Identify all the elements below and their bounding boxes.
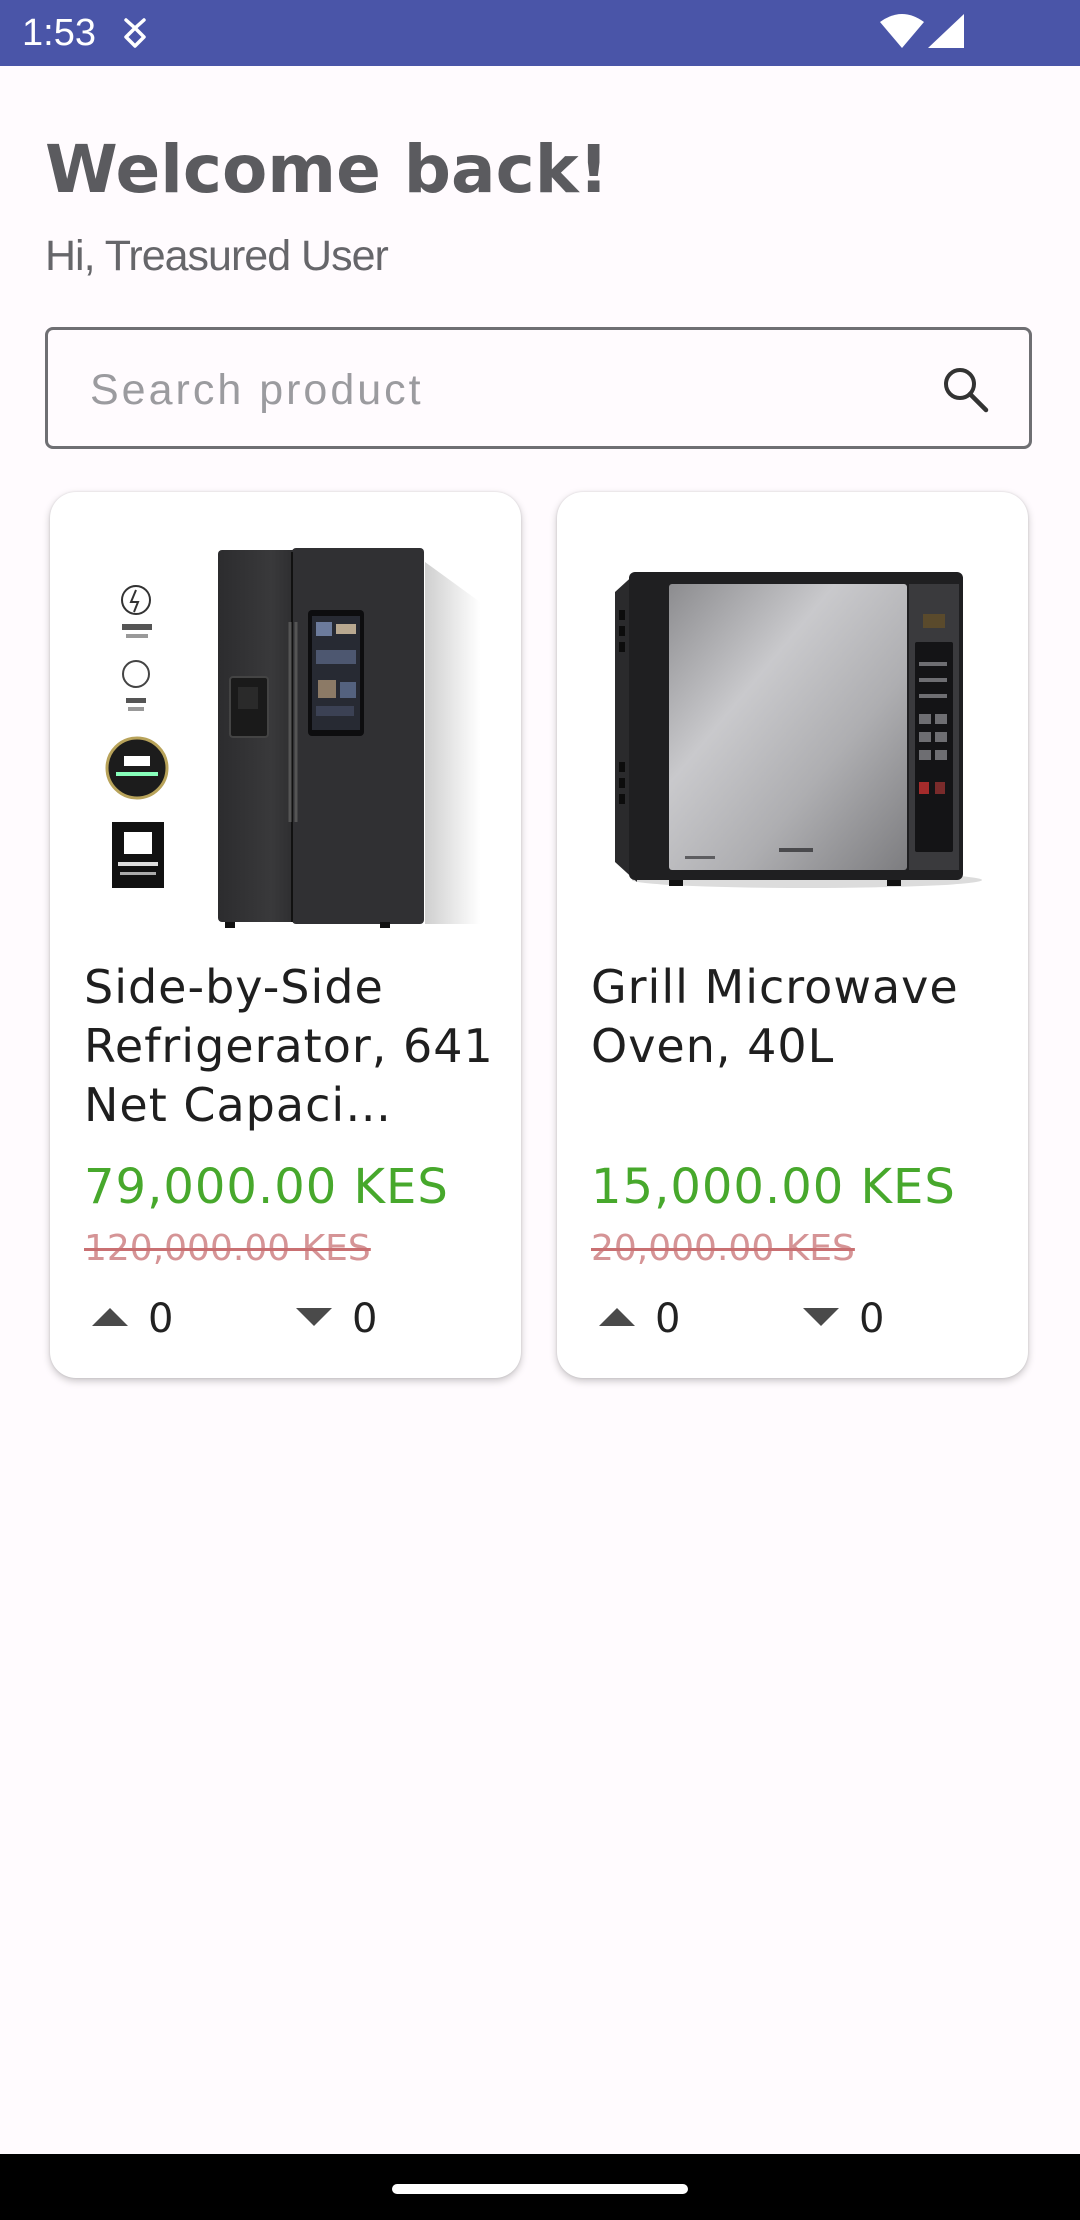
- search-field[interactable]: Search product: [45, 327, 1032, 449]
- microwave-image: [615, 572, 982, 888]
- home-indicator[interactable]: [392, 2184, 688, 2194]
- navigation-bar: [0, 2154, 1080, 2220]
- status-bar: 1:53: [0, 0, 1080, 66]
- product-title: Grill Microwave Oven, 40L: [591, 960, 959, 1073]
- arrow-up-icon: [92, 1308, 128, 1326]
- downvote-count: 0: [352, 1296, 378, 1342]
- downvote-button[interactable]: 0: [801, 1290, 897, 1348]
- product-old-price: 20,000.00 KES: [591, 1228, 855, 1269]
- product-card[interactable]: Side-by-Side Refrigerator, 641 Net Capac…: [50, 492, 521, 1378]
- downvote-button[interactable]: 0: [294, 1290, 390, 1348]
- product-price: 79,000.00 KES: [84, 1159, 449, 1215]
- refrigerator-image: [105, 548, 480, 928]
- welcome-subtitle: Hi, Treasured User: [45, 232, 389, 280]
- product-title: Side-by-Side Refrigerator, 641 Net Capac…: [84, 960, 494, 1132]
- upvote-count: 0: [148, 1296, 174, 1342]
- upvote-button[interactable]: 0: [90, 1290, 186, 1348]
- wifi-icon: [880, 14, 924, 48]
- debug-icon: [124, 18, 146, 48]
- status-time: 1:53: [22, 12, 96, 54]
- search-icon[interactable]: [938, 362, 994, 418]
- product-old-price: 120,000.00 KES: [84, 1228, 371, 1269]
- upvote-button[interactable]: 0: [597, 1290, 693, 1348]
- upvote-count: 0: [655, 1296, 681, 1342]
- product-price: 15,000.00 KES: [591, 1159, 956, 1215]
- search-placeholder: Search product: [90, 366, 424, 414]
- arrow-up-icon: [599, 1308, 635, 1326]
- arrow-down-icon: [296, 1308, 332, 1326]
- product-card[interactable]: Grill Microwave Oven, 40L 15,000.00 KES …: [557, 492, 1028, 1378]
- downvote-count: 0: [859, 1296, 885, 1342]
- arrow-down-icon: [803, 1308, 839, 1326]
- welcome-title: Welcome back!: [45, 131, 609, 208]
- signal-icon: [928, 14, 964, 48]
